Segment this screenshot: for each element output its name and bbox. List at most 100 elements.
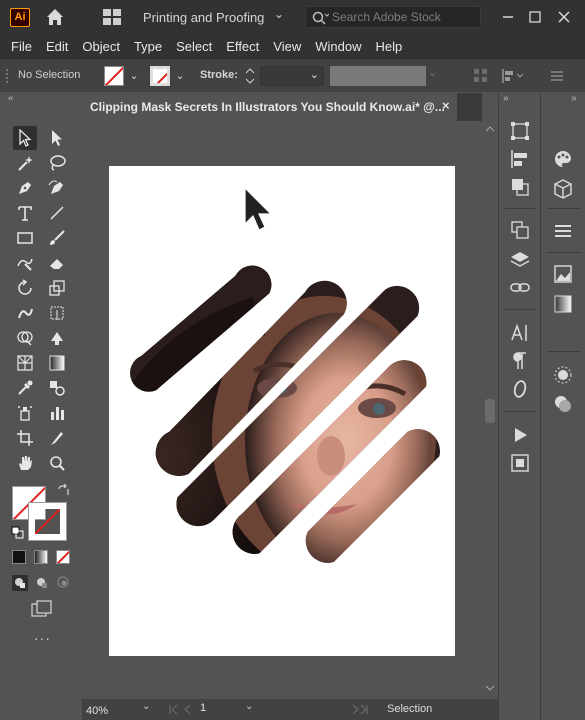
stroke-chevron-icon[interactable]: ⌄ [173, 67, 187, 85]
vertical-scrollbar[interactable] [482, 121, 498, 698]
menu-object[interactable]: Object [75, 39, 127, 54]
canvas[interactable] [82, 121, 482, 698]
arrange-documents-button[interactable] [102, 8, 122, 26]
menu-type[interactable]: Type [127, 39, 169, 54]
none-mode-button[interactable] [56, 550, 70, 564]
properties-panel-button[interactable] [552, 220, 574, 242]
scale-tool[interactable] [45, 276, 69, 300]
artboard[interactable] [109, 166, 455, 656]
graphic-styles-panel-button[interactable] [552, 393, 574, 415]
artboards-panel-button[interactable] [509, 219, 531, 241]
zoom-level-field[interactable]: 40% ⌄ [86, 701, 154, 717]
pathfinder-panel-button[interactable] [509, 176, 531, 198]
character-panel-button[interactable] [509, 322, 531, 344]
gradient-tool[interactable] [45, 351, 69, 375]
eraser-tool[interactable] [45, 251, 69, 275]
color-mode-button[interactable] [12, 550, 26, 564]
edit-toolbar-icon[interactable]: ··· [34, 630, 51, 646]
draw-inside-icon[interactable] [55, 574, 73, 592]
live-paint-tool[interactable] [45, 326, 69, 350]
menu-file[interactable]: File [4, 39, 39, 54]
pen-tool[interactable] [13, 176, 37, 200]
menu-edit[interactable]: Edit [39, 39, 75, 54]
3d-panel-button[interactable] [552, 178, 574, 200]
blend-tool[interactable] [45, 376, 69, 400]
draw-behind-icon[interactable] [33, 574, 51, 592]
scrollbar-thumb[interactable] [485, 399, 495, 423]
lasso-tool[interactable] [45, 151, 69, 175]
restore-button[interactable] [524, 6, 546, 28]
scroll-up-icon[interactable] [485, 125, 495, 133]
eyedropper-tool[interactable] [13, 376, 37, 400]
selection-tool[interactable] [13, 126, 37, 150]
brush-definition-field[interactable] [330, 66, 426, 86]
stroke-swatch[interactable] [150, 66, 170, 86]
paragraph-panel-button[interactable] [509, 350, 531, 372]
scroll-down-icon[interactable] [485, 684, 495, 692]
menu-window[interactable]: Window [308, 39, 368, 54]
artboard-number[interactable]: 1 [200, 702, 242, 717]
fill-swatch[interactable] [104, 66, 124, 86]
close-tab-icon[interactable]: × [442, 98, 450, 113]
rectangle-tool[interactable] [13, 226, 37, 250]
gradient-mode-button[interactable] [34, 550, 48, 564]
gradient-panel-button[interactable] [552, 293, 574, 315]
draw-normal-icon[interactable] [11, 574, 29, 592]
artboard-navigation-icon[interactable] [168, 702, 368, 717]
magic-wand-tool[interactable] [13, 151, 37, 175]
search-stock-box[interactable] [305, 6, 481, 28]
paintbrush-tool[interactable] [45, 226, 69, 250]
default-fill-stroke-icon[interactable] [11, 526, 25, 540]
stroke-weight-field[interactable]: ⌄ [260, 66, 324, 86]
align-options-button[interactable] [500, 67, 524, 85]
menu-view[interactable]: View [266, 39, 308, 54]
shaper-tool[interactable] [13, 251, 37, 275]
minimize-button[interactable] [497, 6, 519, 28]
document-tab[interactable]: Clipping Mask Secrets In Illustrators Yo… [82, 93, 457, 121]
stroke-color-box[interactable] [28, 502, 67, 541]
fill-chevron-icon[interactable]: ⌄ [127, 67, 141, 85]
perspective-grid-tool[interactable] [13, 351, 37, 375]
image-trace-panel-button[interactable] [552, 263, 574, 285]
transform-panel-button[interactable] [509, 120, 531, 142]
column-graph-tool[interactable] [45, 401, 69, 425]
color-panel-button[interactable] [552, 148, 574, 170]
artboard-tool[interactable] [13, 426, 37, 450]
workspace-switcher[interactable]: Printing and Proofing ⌄ [136, 5, 292, 29]
symbol-sprayer-tool[interactable] [13, 401, 37, 425]
asset-export-panel-button[interactable] [509, 452, 531, 474]
hand-tool[interactable] [13, 451, 37, 475]
free-transform-tool[interactable] [45, 301, 69, 325]
search-input[interactable] [332, 9, 478, 25]
line-segment-tool[interactable] [45, 201, 69, 225]
align-panel-button[interactable] [509, 148, 531, 170]
appearance-panel-button[interactable] [552, 364, 574, 386]
chevron-down-icon[interactable]: ⌄ [245, 701, 253, 712]
slice-tool[interactable] [45, 426, 69, 450]
links-panel-button[interactable] [509, 277, 531, 299]
layers-panel-button[interactable] [509, 249, 531, 271]
direct-selection-tool[interactable] [45, 126, 69, 150]
control-menu-button[interactable] [548, 67, 566, 85]
rotate-tool[interactable] [13, 276, 37, 300]
swap-fill-stroke-icon[interactable] [56, 484, 70, 498]
menu-select[interactable]: Select [169, 39, 219, 54]
collapse-dock-icon[interactable]: » [571, 93, 577, 104]
actions-panel-button[interactable] [509, 424, 531, 446]
shape-builder-tool[interactable] [13, 326, 37, 350]
close-window-button[interactable] [553, 6, 575, 28]
current-tool-status[interactable]: Selection [387, 703, 432, 715]
menu-help[interactable]: Help [368, 39, 409, 54]
home-button[interactable] [44, 6, 66, 28]
align-to-button[interactable] [472, 67, 490, 85]
opentype-panel-button[interactable] [509, 378, 531, 400]
chevron-down-icon[interactable]: ⌄ [428, 66, 437, 79]
type-tool[interactable] [13, 201, 37, 225]
warp-tool[interactable] [13, 301, 37, 325]
curvature-tool[interactable] [45, 176, 69, 200]
menu-effect[interactable]: Effect [219, 39, 266, 54]
screen-mode-icon[interactable] [30, 600, 54, 620]
stroke-weight-stepper[interactable] [243, 65, 257, 87]
zoom-tool[interactable] [45, 451, 69, 475]
collapse-dock-icon[interactable]: » [503, 93, 509, 104]
